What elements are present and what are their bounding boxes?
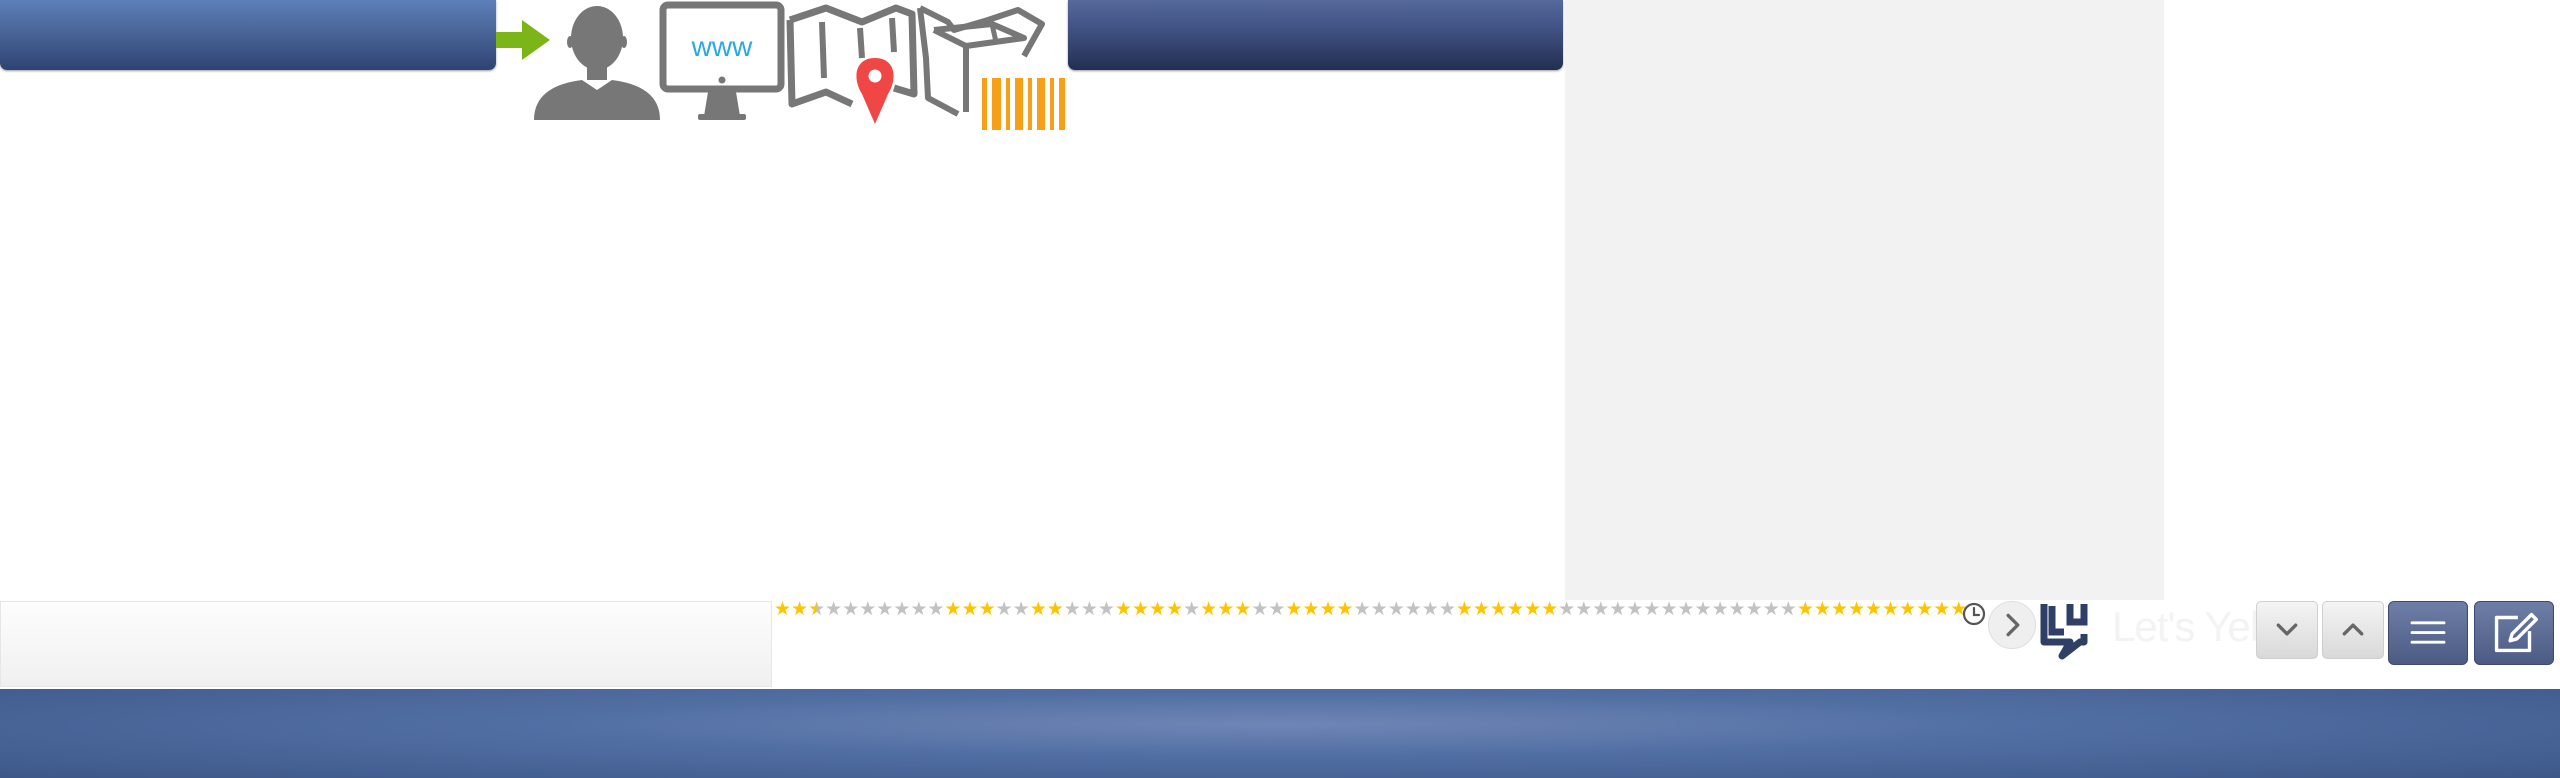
rating-star: ★ — [978, 600, 996, 620]
menu-button[interactable] — [2388, 601, 2468, 665]
rating-star: ★ — [1916, 600, 1934, 620]
rating-star: ★ — [1200, 600, 1218, 620]
rating-star: ★ — [910, 600, 928, 620]
icon-strip: www — [496, 1, 1065, 130]
rating-star: ★ — [1728, 600, 1746, 620]
rating-star: ★ — [1336, 600, 1354, 620]
rating-star: ★ — [1114, 600, 1132, 620]
rating-star: ★ — [859, 600, 877, 620]
rating-star: ★ — [995, 600, 1013, 620]
rating-star: ★ — [893, 600, 911, 620]
rating-star: ★ — [1012, 600, 1030, 620]
rating-star: ★ — [1097, 600, 1115, 620]
chevron-right-icon — [2006, 613, 2020, 637]
rating-star: ★ — [1507, 600, 1525, 620]
menu-icon — [2410, 621, 2446, 644]
promo-panel — [1565, 0, 2164, 600]
chevron-up-icon — [2342, 623, 2364, 636]
rating-star: ★ — [825, 600, 843, 620]
rating-star: ★ — [1524, 600, 1542, 620]
rating-star: ★ — [1319, 600, 1337, 620]
rating-star: ★ — [1080, 600, 1098, 620]
nav-button-left[interactable] — [0, 0, 496, 70]
rating-star: ★ — [1694, 600, 1712, 620]
rating-star: ★ — [1166, 600, 1184, 620]
brand-logo — [2040, 604, 2088, 660]
compose-button[interactable] — [2474, 601, 2554, 665]
user-icon — [534, 6, 660, 120]
rating-star: ★ — [1353, 600, 1371, 620]
rating-star: ★ — [1882, 600, 1900, 620]
nav-button-right[interactable] — [1068, 0, 1563, 70]
rating-star: ★ — [1285, 600, 1303, 620]
rating-star: ★ — [1575, 600, 1593, 620]
rating-star: ★ — [1847, 600, 1865, 620]
rating-star: ★ — [876, 600, 894, 620]
rating-star: ★ — [1745, 600, 1763, 620]
rating-star: ★ — [961, 600, 979, 620]
rating-star: ★ — [1370, 600, 1388, 620]
rating-star: ★ — [1234, 600, 1252, 620]
rating-star: ★ — [1217, 600, 1235, 620]
edit-icon — [2494, 612, 2538, 653]
monitor-www-icon: www — [659, 1, 785, 120]
expand-button[interactable] — [2322, 601, 2384, 659]
brand-name: Let's Yell — [2112, 603, 2267, 650]
rating-star: ★ — [1711, 600, 1729, 620]
rating-star: ★ — [1899, 600, 1917, 620]
rating-star: ★ — [1933, 600, 1951, 620]
rating-star: ★ — [1796, 600, 1814, 620]
clock-icon — [1962, 602, 1986, 626]
rating-star: ★ — [791, 600, 809, 620]
rating-star: ★ — [1251, 600, 1269, 620]
rating-star: ★ — [1046, 600, 1064, 620]
rating-star: ★ — [1762, 600, 1780, 620]
rating-star: ★ — [1029, 600, 1047, 620]
rating-star: ★ — [1489, 600, 1508, 620]
monitor-text: www — [691, 31, 753, 62]
rating-star: ★ — [1813, 600, 1831, 620]
rating-star: ★ — [808, 600, 826, 620]
rating-star: ★ — [944, 600, 962, 620]
ticker-box — [0, 601, 772, 687]
rating-star: ★ — [1455, 600, 1473, 620]
rating-star: ★ — [1660, 600, 1678, 620]
rating-star: ★ — [927, 600, 945, 620]
chevron-down-icon — [2276, 623, 2298, 636]
rating-star: ★ — [1558, 600, 1576, 620]
rating-star: ★ — [1830, 600, 1848, 620]
rating-star: ★ — [1626, 600, 1644, 620]
rating-star: ★ — [1592, 600, 1610, 620]
rating-star: ★ — [1063, 600, 1081, 620]
rating-star: ★ — [1541, 600, 1559, 620]
rating-star: ★ — [1268, 600, 1286, 620]
arrow-right-icon — [496, 20, 550, 60]
rating-star: ★ — [1643, 600, 1661, 620]
rating-star: ★ — [1302, 600, 1320, 620]
rating-star: ★ — [1438, 600, 1456, 620]
map-pin-icon — [786, 4, 918, 124]
rating-star: ★ — [1387, 600, 1405, 620]
rating-star: ★ — [842, 600, 860, 620]
rating-star: ★ — [1404, 600, 1422, 620]
rating-star: ★ — [1609, 600, 1627, 620]
rating-star: ★ — [1421, 600, 1439, 620]
box-barcode-icon — [917, 5, 1065, 130]
rating-star: ★ — [1149, 600, 1167, 620]
rating-star: ★ — [1131, 600, 1150, 620]
rating-star: ★ — [1677, 600, 1695, 620]
rating-star: ★ — [1865, 600, 1883, 620]
next-button[interactable] — [1988, 601, 2036, 649]
rating-ticker: ★ ★ ★ ★ ★ ★ ★ ★ ★ ★ ★ ★ ★ ★ ★ ★ ★ ★ ★ ★ ★ ★ ★ ★ ★ ★ ★ ★ ★ ★ ★ ★ ★ ★ ★ ★ ★ ★ ★ ★… — [774, 600, 1966, 620]
rating-star: ★ — [1183, 600, 1201, 620]
rating-star: ★ — [1472, 600, 1490, 620]
collapse-button[interactable] — [2256, 601, 2318, 659]
rating-star: ★ — [1779, 600, 1797, 620]
rating-star: ★ — [774, 600, 792, 620]
footer-bar — [0, 689, 2560, 778]
